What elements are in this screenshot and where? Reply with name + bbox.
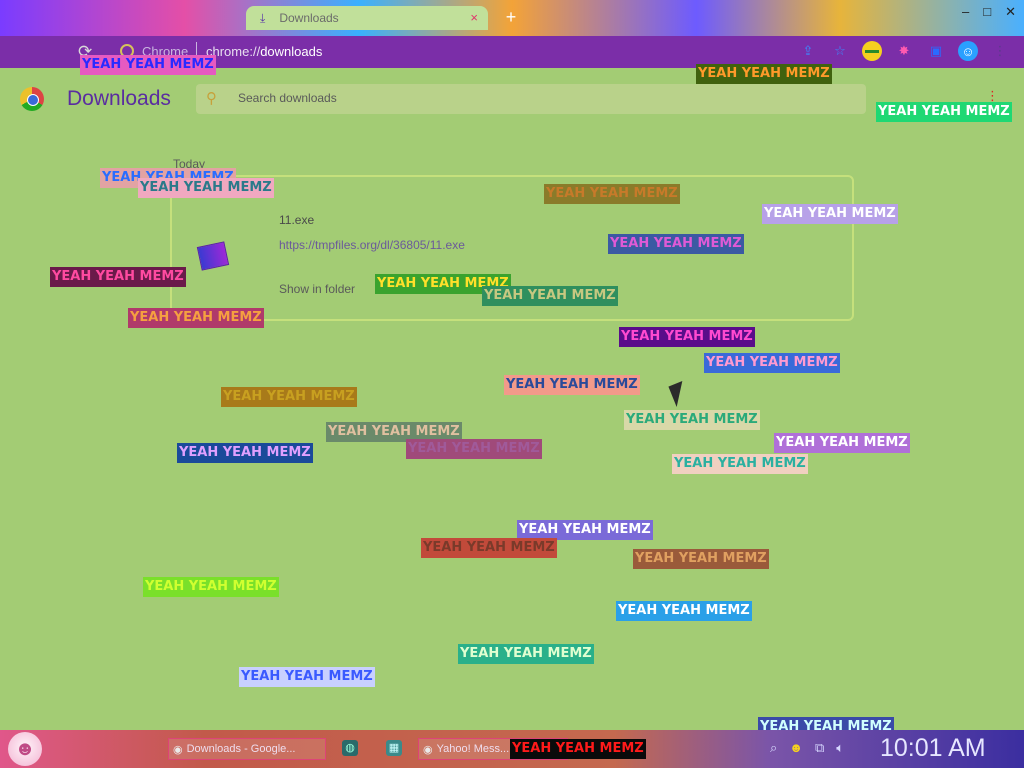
close-window-button[interactable]: ✕ xyxy=(1005,4,1016,20)
new-tab-button[interactable]: + xyxy=(500,6,522,28)
download-icon: ⤓ xyxy=(260,10,266,25)
url-path: downloads xyxy=(260,44,323,59)
page-title: Downloads xyxy=(67,87,171,110)
download-url[interactable]: https://tmpfiles.org/dl/36805/11.exe xyxy=(279,238,465,252)
taskbar: ☻ ◉ Downloads - Google... ◍ ▦ ◉ Yahoo! M… xyxy=(0,730,1024,768)
taskbar-item-label: Yahoo! Mess... xyxy=(436,743,510,755)
download-filename[interactable]: 11.exe xyxy=(279,213,314,227)
search-input[interactable] xyxy=(236,90,840,106)
chrome-logo-icon xyxy=(20,87,44,111)
taskbar-item-label: Downloads - Google... xyxy=(186,743,296,755)
taskbar-item-downloads[interactable]: ◉ Downloads - Google... xyxy=(168,738,326,760)
window-controls: – □ ✕ xyxy=(962,4,1016,20)
memz-overlay-text: YEAH YEAH MEMZ xyxy=(608,234,744,254)
share-icon[interactable]: ⇪ xyxy=(798,41,818,61)
toolbar-icons: ⇪ ☆ ✸ ▣ ☺ ⋮ xyxy=(798,41,1010,61)
profile-icon[interactable]: ☺ xyxy=(958,41,978,61)
memz-overlay-text: YEAH YEAH MEMZ xyxy=(221,387,357,407)
memz-overlay-text: YEAH YEAH MEMZ xyxy=(633,549,769,569)
extensions-icon[interactable]: ✸ xyxy=(894,41,914,61)
memz-overlay-text: YEAH YEAH MEMZ xyxy=(762,204,898,224)
memz-overlay-text: YEAH YEAH MEMZ xyxy=(510,739,646,759)
yahoo-messenger-icon: ◉ xyxy=(423,743,433,756)
start-button[interactable]: ☻ xyxy=(8,732,42,766)
tab-downloads[interactable]: ⤓ Downloads × xyxy=(246,6,488,30)
memz-overlay-text: YEAH YEAH MEMZ xyxy=(624,410,760,430)
memz-overlay-text: YEAH YEAH MEMZ xyxy=(239,667,375,687)
tab-title: Downloads xyxy=(279,11,339,25)
tab-search-icon[interactable] xyxy=(862,41,882,61)
search-icon: ⚲ xyxy=(206,90,217,107)
search-box[interactable]: ⚲ xyxy=(196,84,866,114)
memz-overlay-text: YEAH YEAH MEMZ xyxy=(774,433,910,453)
memz-overlay-text: YEAH YEAH MEMZ xyxy=(177,443,313,463)
star-icon[interactable]: ☆ xyxy=(830,41,850,61)
memz-overlay-text: YEAH YEAH MEMZ xyxy=(128,308,264,328)
volume-icon[interactable]: 🔈︎ xyxy=(836,740,844,756)
smiley-icon[interactable]: ☻ xyxy=(789,740,803,756)
url-field[interactable]: chrome://downloads xyxy=(206,44,322,59)
memz-overlay-text: YEAH YEAH MEMZ xyxy=(458,644,594,664)
globe-icon[interactable]: ◍ xyxy=(342,740,358,756)
search-icon[interactable]: ⌕ xyxy=(770,740,777,756)
title-bar: ⤓ Downloads × + – □ ✕ xyxy=(0,0,1024,36)
memz-overlay-text: YEAH YEAH MEMZ xyxy=(696,64,832,84)
memz-overlay-text: YEAH YEAH MEMZ xyxy=(143,577,279,597)
memz-overlay-text: YEAH YEAH MEMZ xyxy=(421,538,557,558)
file-icon xyxy=(196,241,230,271)
memz-overlay-text: YEAH YEAH MEMZ xyxy=(616,601,752,621)
minimize-button[interactable]: – xyxy=(962,4,969,20)
maximize-button[interactable]: □ xyxy=(983,4,991,20)
app-icon[interactable]: ▦ xyxy=(386,740,402,756)
show-in-folder-button[interactable]: Show in folder xyxy=(279,282,355,296)
side-panel-icon[interactable]: ▣ xyxy=(926,41,946,61)
clock: 10:01 AM xyxy=(880,734,986,762)
memz-overlay-text: YEAH YEAH MEMZ xyxy=(704,353,840,373)
menu-icon[interactable]: ⋮ xyxy=(990,41,1010,61)
memz-overlay-text: YEAH YEAH MEMZ xyxy=(876,102,1012,122)
tab-close-icon[interactable]: × xyxy=(470,10,478,25)
memz-overlay-text: YEAH YEAH MEMZ xyxy=(50,267,186,287)
mouse-cursor xyxy=(668,380,691,408)
memz-overlay-text: YEAH YEAH MEMZ xyxy=(619,327,755,347)
memz-overlay-text: YEAH YEAH MEMZ xyxy=(80,55,216,75)
memz-overlay-text: YEAH YEAH MEMZ xyxy=(482,286,618,306)
system-tray: ⌕ ☻ ⧉ 🔈︎ xyxy=(770,740,844,756)
chrome-icon: ◉ xyxy=(173,743,183,756)
memz-overlay-text: YEAH YEAH MEMZ xyxy=(544,184,680,204)
memz-overlay-text: YEAH YEAH MEMZ xyxy=(517,520,653,540)
memz-overlay-text: YEAH YEAH MEMZ xyxy=(406,439,542,459)
memz-overlay-text: YEAH YEAH MEMZ xyxy=(504,375,640,395)
network-icon[interactable]: ⧉ xyxy=(815,740,824,756)
memz-overlay-text: YEAH YEAH MEMZ xyxy=(138,178,274,198)
memz-overlay-text: YEAH YEAH MEMZ xyxy=(672,454,808,474)
